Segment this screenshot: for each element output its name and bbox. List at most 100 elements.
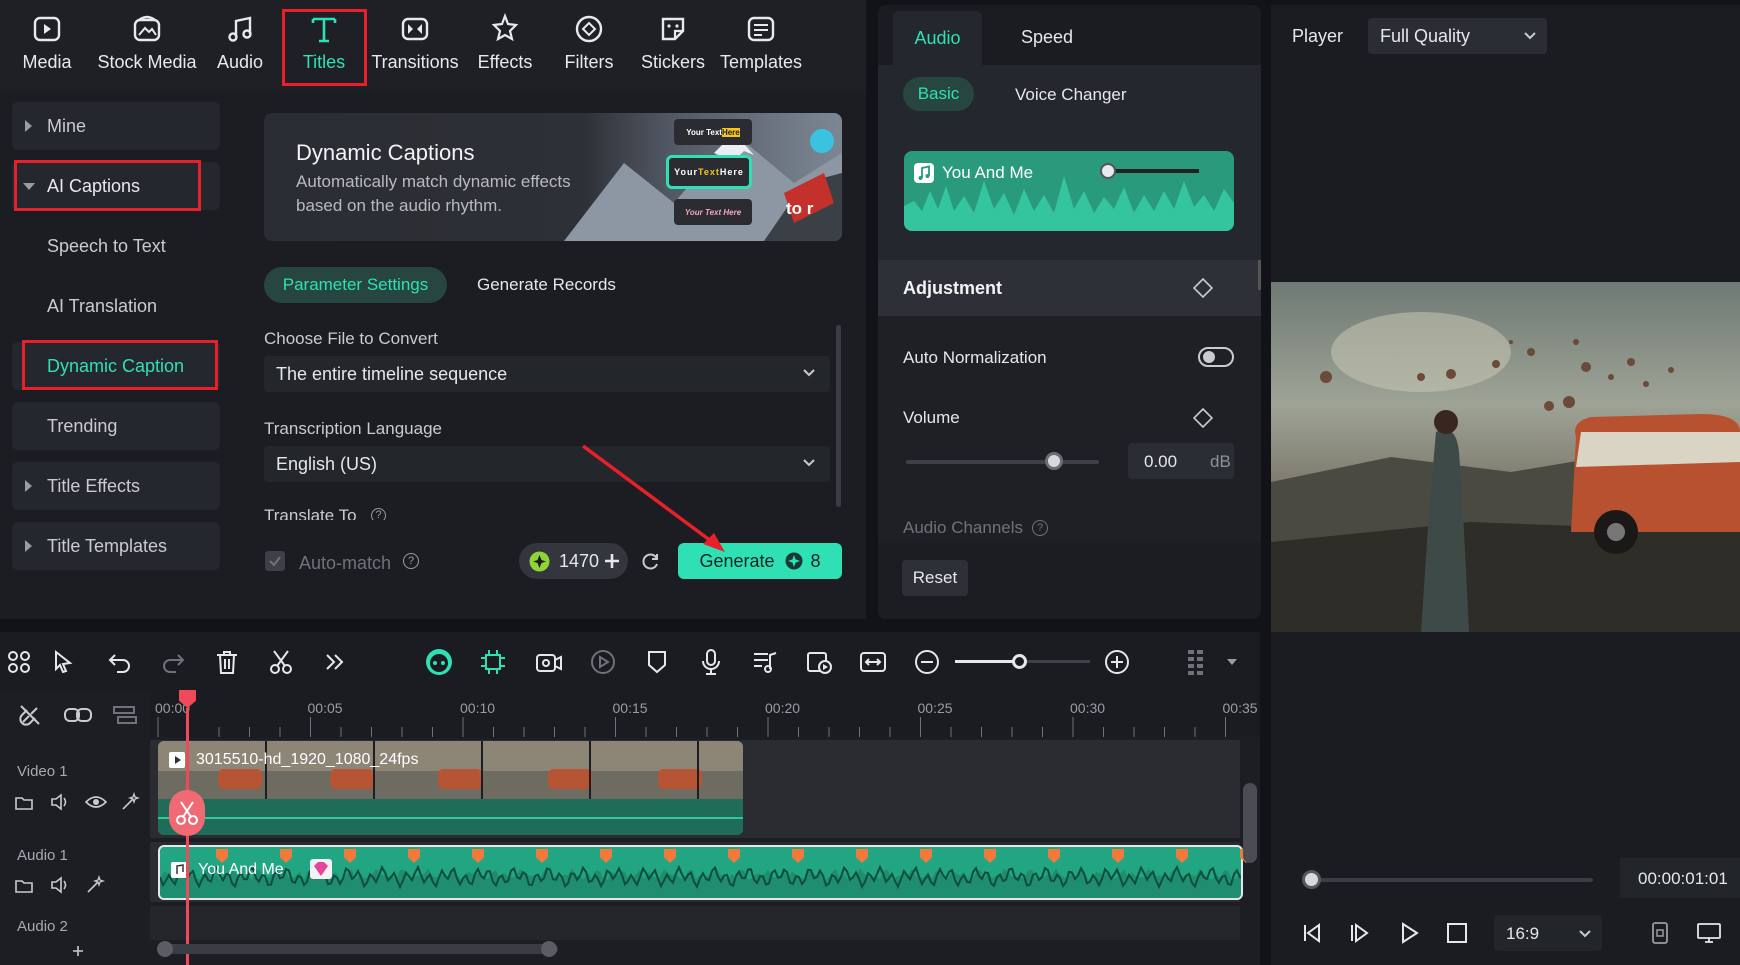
link-unlink-icon[interactable] [17, 702, 43, 728]
tab-media-label: Media [22, 52, 72, 72]
audio-clip-preview[interactable]: You And Me [904, 151, 1234, 231]
volume-slider-track[interactable] [906, 460, 1099, 464]
tab-speed[interactable]: Speed [1021, 27, 1073, 48]
undo-icon[interactable] [105, 647, 135, 677]
category-ai-translation[interactable]: AI Translation [12, 282, 220, 330]
video-preview[interactable] [1271, 282, 1740, 632]
category-title-effects[interactable]: Title Effects [12, 462, 220, 510]
folder-icon[interactable] [14, 793, 34, 811]
help-icon[interactable]: ? [1032, 520, 1048, 536]
auto-match-checkbox[interactable] [265, 551, 285, 571]
select-pointer-icon[interactable] [50, 647, 80, 677]
tab-audio[interactable]: Audio [195, 10, 285, 80]
play-icon[interactable] [1397, 921, 1421, 945]
eye-icon[interactable] [85, 795, 107, 809]
previous-frame-icon[interactable] [1299, 921, 1323, 945]
next-frame-icon[interactable] [1348, 921, 1372, 945]
reset-button[interactable]: Reset [902, 560, 968, 596]
params-scrollbar[interactable] [836, 325, 841, 507]
tab-stock-media[interactable]: Stock Media [87, 10, 207, 80]
zoom-slider-handle[interactable] [1012, 654, 1027, 669]
tab-filters[interactable]: Filters [544, 10, 634, 80]
auto-normalization-toggle[interactable] [1198, 347, 1234, 367]
category-mine[interactable]: Mine [12, 102, 220, 150]
tab-stickers[interactable]: Stickers [628, 10, 718, 80]
category-trending[interactable]: Trending [12, 402, 220, 450]
scrollbar-handle-left[interactable] [157, 941, 173, 957]
category-title-templates[interactable]: Title Templates [12, 522, 220, 570]
tab-media[interactable]: Media [2, 10, 92, 80]
audio-properties-panel: Audio Speed Basic Voice Changer You And … [878, 5, 1261, 619]
tab-effects[interactable]: Effects [460, 10, 550, 80]
generate-cost: 8 [810, 550, 821, 571]
record-screen-icon[interactable] [534, 647, 564, 677]
media-icon [33, 16, 61, 42]
keyframe-diamond-icon[interactable] [1193, 408, 1213, 428]
playback-progress-handle[interactable] [1302, 870, 1321, 889]
zoom-out-icon[interactable] [912, 647, 942, 677]
link-clips-icon[interactable] [63, 703, 93, 727]
banner-desc-line1: Automatically match dynamic effects [296, 172, 571, 191]
fit-timeline-icon[interactable] [858, 647, 888, 677]
tab-parameter-settings[interactable]: Parameter Settings [264, 267, 447, 303]
marker-icon[interactable] [642, 647, 672, 677]
clip-volume-handle[interactable] [1100, 163, 1116, 179]
tab-transitions[interactable]: Transitions [370, 10, 460, 80]
volume-slider-handle[interactable] [1045, 452, 1063, 470]
microphone-icon[interactable] [696, 647, 726, 677]
layout-grid-icon[interactable] [4, 647, 34, 677]
audio-mix-icon[interactable] [750, 647, 780, 677]
subtab-basic[interactable]: Basic [903, 77, 974, 111]
help-icon[interactable]: ? [403, 553, 419, 569]
speaker-icon[interactable] [49, 793, 71, 811]
track-density-icon[interactable] [1182, 647, 1212, 677]
aspect-ratio-select[interactable]: 16:9 [1494, 915, 1602, 951]
transcription-language-select[interactable]: English (US) [264, 446, 830, 482]
category-speech-to-text-label: Speech to Text [47, 235, 166, 256]
track-manager-icon[interactable] [112, 703, 138, 727]
magic-wand-icon[interactable] [120, 792, 140, 812]
stop-icon[interactable] [1446, 922, 1468, 944]
snapshot-icon[interactable] [1650, 921, 1670, 945]
video-clip-icon [169, 752, 185, 768]
tab-audio-props[interactable]: Audio [893, 11, 982, 65]
category-dynamic-caption[interactable]: Dynamic Caption [12, 342, 220, 390]
display-settings-icon[interactable] [1696, 921, 1722, 945]
playhead-line[interactable] [186, 708, 189, 965]
ai-tool-icon[interactable] [478, 647, 508, 677]
choose-file-select[interactable]: The entire timeline sequence [264, 356, 830, 392]
video-clip[interactable]: 3015510-hd_1920_1080_24fps [158, 741, 743, 835]
subtab-voice-changer[interactable]: Voice Changer [1015, 85, 1127, 105]
zoom-in-icon[interactable] [1102, 647, 1132, 677]
timeline-horizontal-scrollbar[interactable] [158, 944, 558, 954]
audio-clip[interactable]: You And Me [158, 845, 1243, 900]
folder-icon[interactable] [14, 876, 34, 894]
split-handle[interactable] [169, 790, 205, 836]
magic-wand-icon[interactable] [85, 875, 105, 895]
category-ai-captions[interactable]: AI Captions [12, 162, 220, 210]
caret-down-icon[interactable] [1226, 658, 1238, 666]
scrollbar-handle-right[interactable] [541, 941, 557, 957]
more-tools-icon[interactable] [320, 647, 350, 677]
keyframe-diamond-icon[interactable] [1193, 278, 1213, 298]
audio-clip-name: You And Me [942, 163, 1034, 182]
timeline-vertical-scrollbar[interactable] [1243, 783, 1257, 863]
aspect-ratio-value: 16:9 [1506, 924, 1540, 943]
volume-input[interactable]: 0.00 dB [1128, 443, 1234, 479]
ruler-label: 00:15 [612, 700, 648, 716]
ai-assistant-icon[interactable] [424, 647, 454, 677]
playback-progress-track[interactable] [1303, 878, 1593, 882]
quality-select[interactable]: Full Quality [1368, 18, 1547, 54]
add-track-icon[interactable] [71, 944, 85, 958]
audio-panel-scrollbar[interactable] [1258, 260, 1261, 290]
scissors-icon[interactable] [266, 647, 296, 677]
help-icon[interactable]: ? [371, 508, 386, 520]
tab-titles[interactable]: Titles [279, 10, 369, 80]
category-speech-to-text[interactable]: Speech to Text [12, 222, 220, 270]
tab-templates[interactable]: Templates [716, 10, 806, 80]
tab-generate-records[interactable]: Generate Records [477, 275, 616, 295]
delete-icon[interactable] [212, 647, 242, 677]
speaker-icon[interactable] [49, 876, 71, 894]
timecode: 00:00:01:01 [1638, 869, 1728, 888]
auto-reframe-icon[interactable] [804, 647, 834, 677]
